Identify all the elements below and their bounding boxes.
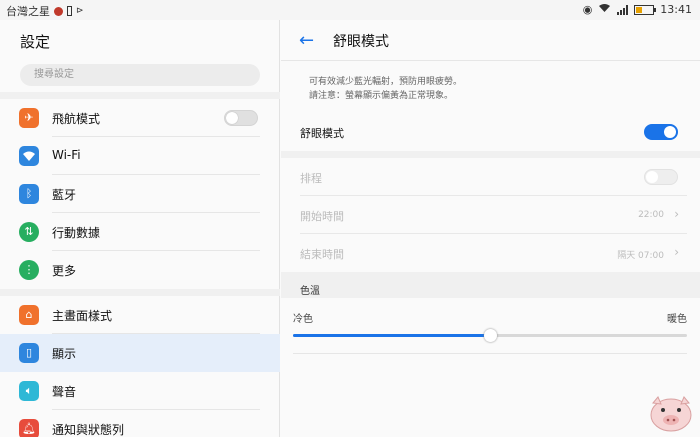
pig-mascot-watermark: [650, 396, 692, 432]
back-arrow-icon[interactable]: ←: [299, 30, 314, 51]
search-input[interactable]: 搜尋設定: [20, 64, 260, 86]
sidebar-item-bluetooth[interactable]: ᛒ 藍牙: [0, 175, 280, 213]
end-time-label: 結束時間: [300, 248, 344, 261]
end-time-value: 隔天 07:00: [617, 251, 664, 261]
eye-comfort-status-icon: ◉: [582, 3, 593, 16]
notification-app-icon: [54, 6, 63, 16]
carrier-name: 台灣之星: [6, 5, 50, 18]
warm-color-label: 暖色: [667, 314, 687, 325]
schedule-label: 排程: [300, 172, 322, 185]
schedule-row[interactable]: 排程: [281, 158, 700, 196]
clock: 13:41: [660, 3, 692, 16]
sidebar-item-display[interactable]: ▯ 顯示: [0, 334, 280, 372]
group-separator: [0, 289, 280, 296]
sidebar-item-label: 顯示: [52, 347, 77, 361]
sidebar-item-notifications[interactable]: 🔔︎ 通知與狀態列: [0, 410, 280, 437]
sound-icon: 🔈︎: [19, 381, 39, 401]
status-bar: 台灣之星 ⊳ ◉ 13:41: [0, 0, 700, 20]
slider-fill: [293, 334, 490, 337]
settings-title: 設定: [20, 33, 51, 51]
battery-icon: [634, 4, 657, 15]
sidebar-item-airplane-mode[interactable]: ✈ 飛航模式: [0, 99, 280, 137]
settings-sidebar: 設定 搜尋設定 ✈ 飛航模式 Wi-Fi ᛒ 藍牙 ⇅ 行動數據 ⋮ 更多 ⌂ …: [0, 20, 280, 437]
slider-thumb[interactable]: [484, 329, 497, 342]
sidebar-item-label: Wi-Fi: [52, 148, 81, 162]
mobile-data-icon: ⇅: [19, 222, 39, 242]
end-time-row[interactable]: 結束時間 隔天 07:00 ›: [281, 234, 700, 272]
bluetooth-icon: ᛒ: [19, 184, 39, 204]
sidebar-item-more[interactable]: ⋮ 更多: [0, 251, 280, 289]
sidebar-item-sound[interactable]: 🔈︎ 聲音: [0, 372, 280, 410]
sidebar-item-home-style[interactable]: ⌂ 主畫面樣式: [0, 296, 280, 334]
display-icon: ▯: [19, 343, 39, 363]
eye-comfort-label: 舒眼模式: [300, 127, 344, 140]
eye-comfort-row[interactable]: 舒眼模式: [281, 113, 700, 151]
chevron-right-icon: ›: [674, 207, 679, 221]
sidebar-item-label: 行動數據: [52, 226, 101, 240]
wifi-status-icon: [598, 3, 611, 16]
start-time-value: 22:00: [638, 210, 664, 220]
start-time-label: 開始時間: [300, 210, 344, 223]
notification-play-icon: ⊳: [76, 6, 84, 16]
wifi-icon: [19, 146, 39, 166]
sidebar-item-mobile-data[interactable]: ⇅ 行動數據: [0, 213, 280, 251]
chevron-right-icon: ›: [674, 245, 679, 259]
more-icon: ⋮: [19, 260, 39, 280]
schedule-toggle[interactable]: [644, 169, 678, 185]
start-time-row[interactable]: 開始時間 22:00 ›: [281, 196, 700, 234]
notification-battery-icon: [67, 6, 72, 16]
sidebar-item-label: 更多: [52, 264, 77, 278]
sidebar-item-label: 飛航模式: [52, 112, 101, 126]
home-icon: ⌂: [19, 305, 39, 325]
color-temperature-label: 色溫: [300, 286, 320, 297]
color-temperature-slider[interactable]: [293, 329, 687, 342]
description-line-1: 可有效減少藍光輻射，預防用眼疲勞。: [309, 77, 463, 87]
sidebar-item-wifi[interactable]: Wi-Fi: [0, 137, 280, 175]
notification-icon: 🔔︎: [19, 419, 39, 437]
description-line-2: 請注意：螢幕顯示偏黃為正常現象。: [309, 91, 454, 101]
sidebar-item-label: 藍牙: [52, 188, 77, 202]
cool-color-label: 冷色: [293, 314, 313, 325]
page-title: 舒眼模式: [333, 34, 389, 50]
signal-icon: [617, 4, 629, 15]
sidebar-item-label: 聲音: [52, 385, 77, 399]
group-separator: [0, 92, 280, 99]
eye-comfort-page: ← 舒眼模式 可有效減少藍光輻射，預防用眼疲勞。 請注意：螢幕顯示偏黃為正常現象…: [281, 20, 700, 437]
eye-comfort-toggle[interactable]: [644, 124, 678, 140]
airplane-mode-toggle[interactable]: [224, 110, 258, 126]
airplane-icon: ✈: [19, 108, 39, 128]
sidebar-item-label: 主畫面樣式: [52, 309, 113, 323]
sidebar-item-label: 通知與狀態列: [52, 423, 125, 437]
